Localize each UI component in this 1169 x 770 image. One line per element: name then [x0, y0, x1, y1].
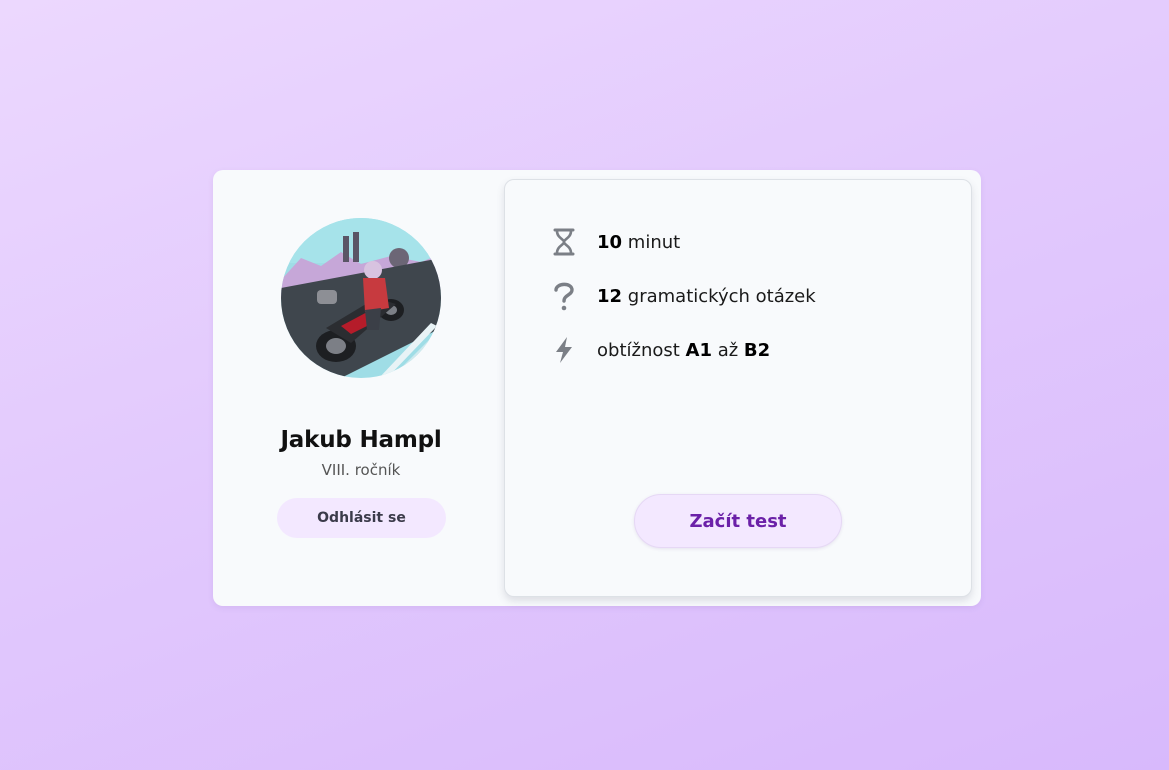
time-unit: minut	[622, 231, 681, 253]
questions-label: gramatických otázek	[622, 285, 816, 307]
hourglass-icon	[549, 227, 579, 257]
question-mark-icon	[549, 281, 579, 311]
avatar-image	[281, 218, 441, 378]
time-text: 10 minut	[597, 232, 680, 253]
test-info-panel: 10 minut 12 gramatických otázek obtížnos…	[504, 179, 972, 597]
start-test-button[interactable]: Začít test	[634, 494, 842, 548]
logout-button[interactable]: Odhlásit se	[277, 498, 446, 538]
difficulty-middle: až	[712, 339, 744, 361]
time-value: 10	[597, 231, 623, 253]
difficulty-from: A1	[685, 339, 712, 361]
user-grade: VIII. ročník	[321, 461, 401, 479]
difficulty-text: obtížnost A1 až B2	[597, 340, 770, 361]
difficulty-to: B2	[743, 339, 771, 361]
lightning-bolt-icon	[549, 335, 579, 365]
avatar	[281, 218, 441, 378]
profile-panel: Jakub Hampl VIII. ročník Odhlásit se	[213, 170, 509, 606]
user-name: Jakub Hampl	[280, 427, 442, 453]
info-row-questions: 12 gramatických otázek	[549, 281, 816, 311]
info-row-difficulty: obtížnost A1 až B2	[549, 335, 770, 365]
info-row-time: 10 minut	[549, 227, 680, 257]
difficulty-prefix: obtížnost	[597, 339, 686, 361]
questions-count: 12	[597, 285, 623, 307]
quiz-card: Jakub Hampl VIII. ročník Odhlásit se 10 …	[213, 170, 981, 606]
questions-text: 12 gramatických otázek	[597, 286, 816, 307]
